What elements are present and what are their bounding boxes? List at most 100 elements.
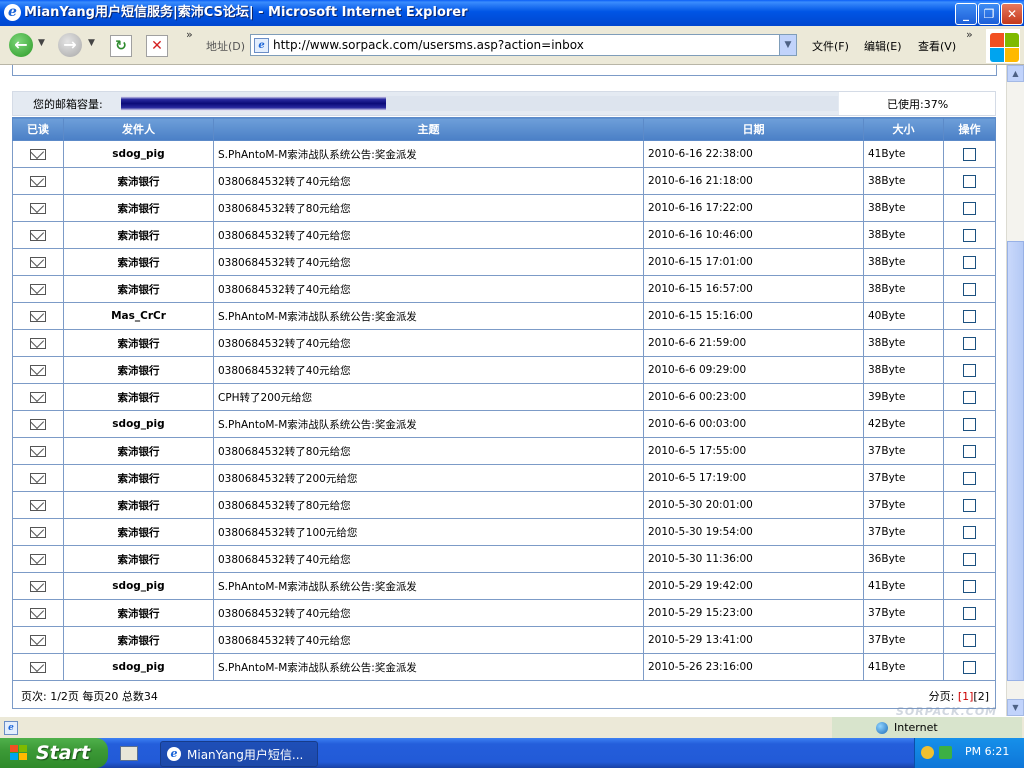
- read-status-cell[interactable]: [12, 221, 64, 249]
- sender-cell[interactable]: sdog_pig: [63, 140, 214, 168]
- table-row[interactable]: 索沛银行 0380684532转了80元给您 2010-6-16 17:22:00 3…: [12, 194, 996, 222]
- envelope-icon[interactable]: [30, 499, 46, 511]
- subject-cell[interactable]: S.PhAntoM-M索沛战队系统公告:奖金派发: [213, 653, 644, 681]
- sender-cell[interactable]: 索沛银行: [63, 437, 214, 465]
- envelope-icon[interactable]: [30, 256, 46, 268]
- select-checkbox[interactable]: [963, 579, 976, 593]
- subject-cell[interactable]: 0380684532转了40元给您: [213, 599, 644, 627]
- sender-cell[interactable]: sdog_pig: [63, 410, 214, 438]
- window-titlebar[interactable]: e MianYang用户短信服务|索沛CS论坛| - Microsoft Int…: [0, 0, 1024, 26]
- select-checkbox[interactable]: [963, 417, 976, 431]
- read-status-cell[interactable]: [12, 410, 64, 438]
- subject-cell[interactable]: S.PhAntoM-M索沛战队系统公告:奖金派发: [213, 572, 644, 600]
- forward-arrow-icon[interactable]: →: [58, 33, 82, 57]
- table-row[interactable]: sdog_pig S.PhAntoM-M索沛战队系统公告:奖金派发 2010-5-2…: [12, 653, 996, 681]
- select-checkbox[interactable]: [963, 444, 976, 458]
- menu-view[interactable]: 查看(V): [918, 38, 956, 54]
- envelope-icon[interactable]: [30, 229, 46, 241]
- read-status-cell[interactable]: [12, 545, 64, 573]
- subject-cell[interactable]: 0380684532转了80元给您: [213, 491, 644, 519]
- subject-cell[interactable]: 0380684532转了40元给您: [213, 329, 644, 357]
- table-row[interactable]: 索沛银行 0380684532转了200元给您 2010-6-5 17:19:00 3…: [12, 464, 996, 492]
- envelope-icon[interactable]: [30, 661, 46, 673]
- table-row[interactable]: 索沛银行 0380684532转了40元给您 2010-5-29 15:23:00 3…: [12, 599, 996, 627]
- restore-button[interactable]: ❐: [978, 3, 1000, 25]
- read-status-cell[interactable]: [12, 167, 64, 195]
- minimize-button[interactable]: _: [955, 3, 977, 25]
- envelope-icon[interactable]: [30, 634, 46, 646]
- menu-edit[interactable]: 编辑(E): [864, 38, 902, 54]
- read-status-cell[interactable]: [12, 356, 64, 384]
- read-status-cell[interactable]: [12, 599, 64, 627]
- select-checkbox[interactable]: [963, 309, 976, 323]
- show-desktop-icon[interactable]: [120, 746, 138, 761]
- read-status-cell[interactable]: [12, 248, 64, 276]
- sender-cell[interactable]: sdog_pig: [63, 572, 214, 600]
- back-arrow-icon[interactable]: ←: [9, 33, 33, 57]
- select-checkbox[interactable]: [963, 660, 976, 674]
- menu-file[interactable]: 文件(F): [812, 38, 849, 54]
- envelope-icon[interactable]: [30, 148, 46, 160]
- envelope-icon[interactable]: [30, 607, 46, 619]
- table-row[interactable]: 索沛银行 0380684532转了80元给您 2010-6-5 17:55:00 37…: [12, 437, 996, 465]
- select-checkbox[interactable]: [963, 255, 976, 269]
- select-checkbox[interactable]: [963, 471, 976, 485]
- close-button[interactable]: ✕: [1001, 3, 1023, 25]
- sender-cell[interactable]: 索沛银行: [63, 383, 214, 411]
- subject-cell[interactable]: S.PhAntoM-M索沛战队系统公告:奖金派发: [213, 140, 644, 168]
- envelope-icon[interactable]: [30, 553, 46, 565]
- select-checkbox[interactable]: [963, 336, 976, 350]
- sender-cell[interactable]: 索沛银行: [63, 329, 214, 357]
- table-row[interactable]: 索沛银行 0380684532转了40元给您 2010-5-30 11:36:00 3…: [12, 545, 996, 573]
- select-checkbox[interactable]: [963, 606, 976, 620]
- envelope-icon[interactable]: [30, 580, 46, 592]
- sender-cell[interactable]: Mas_CrCr: [63, 302, 214, 330]
- sender-cell[interactable]: 索沛银行: [63, 248, 214, 276]
- read-status-cell[interactable]: [12, 626, 64, 654]
- scroll-up-icon[interactable]: ▲: [1007, 65, 1024, 82]
- select-checkbox[interactable]: [963, 633, 976, 647]
- table-row[interactable]: sdog_pig S.PhAntoM-M索沛战队系统公告:奖金派发 2010-6-1…: [12, 140, 996, 168]
- table-row[interactable]: 索沛银行 0380684532转了40元给您 2010-6-6 09:29:00 38…: [12, 356, 996, 384]
- subject-cell[interactable]: 0380684532转了100元给您: [213, 518, 644, 546]
- subject-cell[interactable]: S.PhAntoM-M索沛战队系统公告:奖金派发: [213, 410, 644, 438]
- forward-dropdown-icon[interactable]: ▼: [88, 38, 95, 48]
- read-status-cell[interactable]: [12, 194, 64, 222]
- stop-icon[interactable]: ✕: [146, 35, 168, 57]
- sender-cell[interactable]: 索沛银行: [63, 167, 214, 195]
- taskbar-window-button[interactable]: e MianYang用户短信...: [160, 741, 318, 767]
- envelope-icon[interactable]: [30, 175, 46, 187]
- sender-cell[interactable]: 索沛银行: [63, 221, 214, 249]
- envelope-icon[interactable]: [30, 283, 46, 295]
- table-row[interactable]: 索沛银行 0380684532转了40元给您 2010-6-15 16:57:00 3…: [12, 275, 996, 303]
- scroll-thumb[interactable]: [1007, 241, 1024, 681]
- table-row[interactable]: 索沛银行 CPH转了200元给您 2010-6-6 00:23:00 39Byte: [12, 383, 996, 411]
- subject-cell[interactable]: 0380684532转了80元给您: [213, 194, 644, 222]
- read-status-cell[interactable]: [12, 140, 64, 168]
- table-row[interactable]: 索沛银行 0380684532转了40元给您 2010-6-16 10:46:00 3…: [12, 221, 996, 249]
- table-row[interactable]: 索沛银行 0380684532转了40元给您 2010-6-15 17:01:00 3…: [12, 248, 996, 276]
- select-checkbox[interactable]: [963, 363, 976, 377]
- envelope-icon[interactable]: [30, 391, 46, 403]
- vertical-scrollbar[interactable]: ▲ ▼: [1006, 65, 1024, 716]
- address-dropdown-icon[interactable]: ▼: [779, 35, 796, 55]
- read-status-cell[interactable]: [12, 329, 64, 357]
- select-checkbox[interactable]: [963, 390, 976, 404]
- sender-cell[interactable]: 索沛银行: [63, 194, 214, 222]
- subject-cell[interactable]: 0380684532转了40元给您: [213, 356, 644, 384]
- table-row[interactable]: 索沛银行 0380684532转了40元给您 2010-5-29 13:41:00 3…: [12, 626, 996, 654]
- select-checkbox[interactable]: [963, 174, 976, 188]
- sender-cell[interactable]: 索沛银行: [63, 545, 214, 573]
- subject-cell[interactable]: 0380684532转了80元给您: [213, 437, 644, 465]
- table-row[interactable]: 索沛银行 0380684532转了80元给您 2010-5-30 20:01:00 3…: [12, 491, 996, 519]
- envelope-icon[interactable]: [30, 472, 46, 484]
- read-status-cell[interactable]: [12, 572, 64, 600]
- back-dropdown-icon[interactable]: ▼: [38, 38, 45, 48]
- read-status-cell[interactable]: [12, 464, 64, 492]
- table-row[interactable]: 索沛银行 0380684532转了100元给您 2010-5-30 19:54:00…: [12, 518, 996, 546]
- subject-cell[interactable]: 0380684532转了40元给您: [213, 626, 644, 654]
- toolbar-chevron-icon[interactable]: »: [186, 28, 193, 41]
- envelope-icon[interactable]: [30, 445, 46, 457]
- table-row[interactable]: 索沛银行 0380684532转了40元给您 2010-6-16 21:18:00 3…: [12, 167, 996, 195]
- subject-cell[interactable]: CPH转了200元给您: [213, 383, 644, 411]
